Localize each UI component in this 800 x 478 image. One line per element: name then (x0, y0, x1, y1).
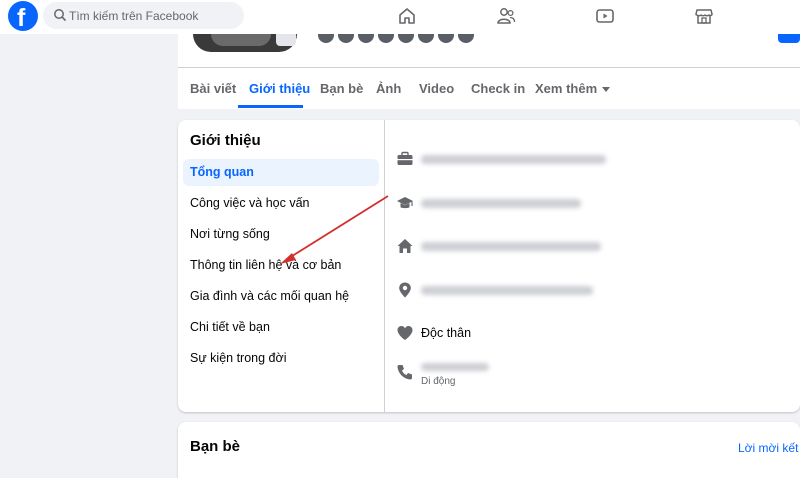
annotation-arrow (280, 195, 389, 264)
